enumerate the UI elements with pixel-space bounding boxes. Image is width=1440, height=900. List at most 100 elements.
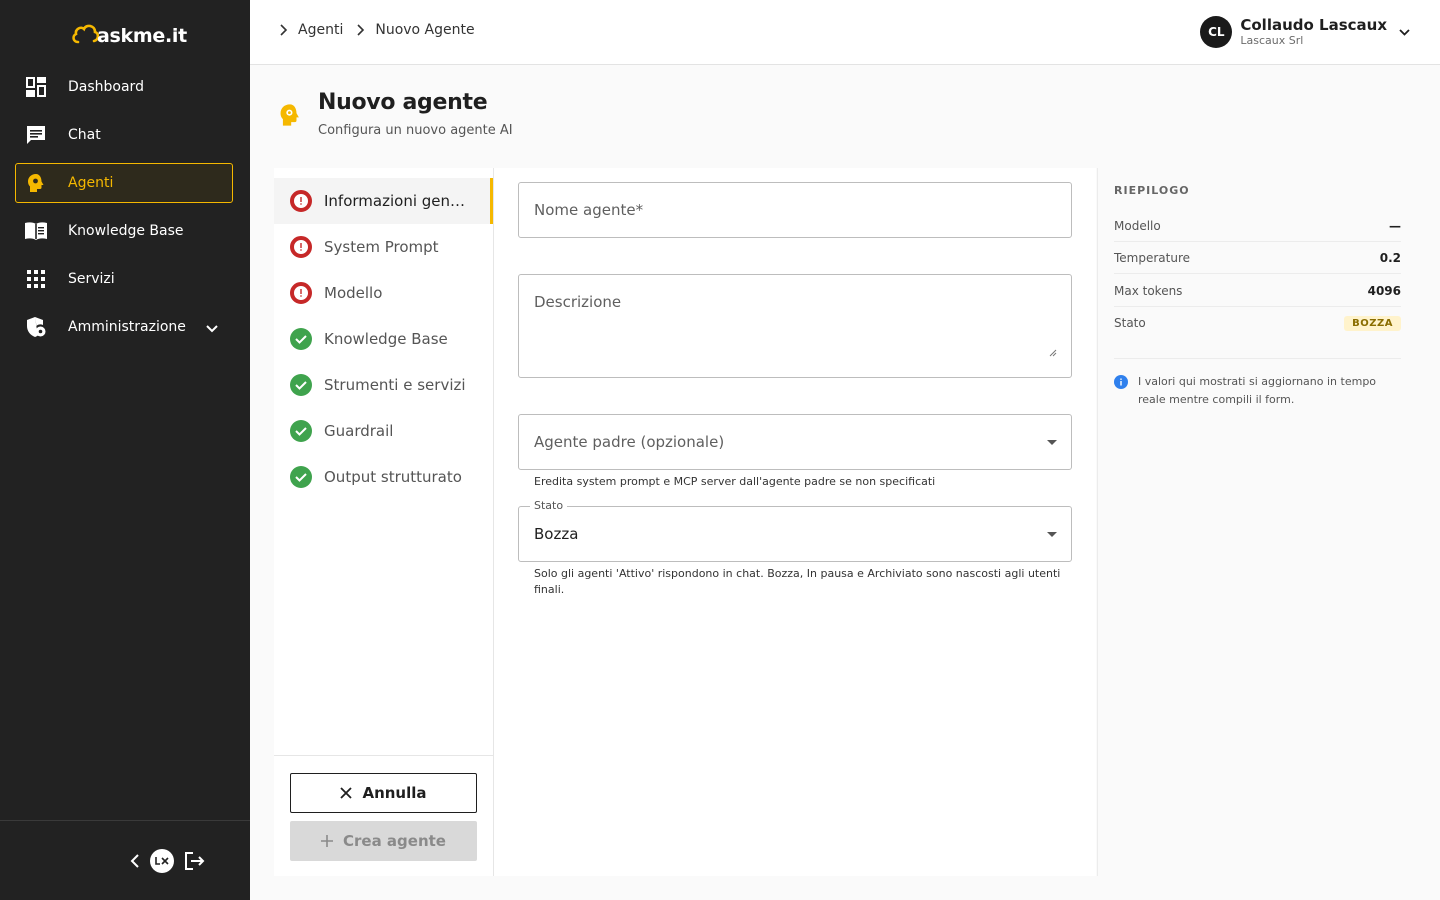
check-circle-icon [290, 466, 312, 488]
breadcrumb-nuovo-agente: Nuovo Agente [375, 22, 475, 38]
sidebar-item-label: Chat [68, 127, 101, 143]
description-field[interactable]: Descrizione [518, 274, 1072, 378]
sidebar-item-agenti[interactable]: Agenti [15, 163, 233, 203]
step-label: Guardrail [324, 422, 394, 440]
sidebar-item-label: Agenti [68, 175, 114, 191]
parent-agent-placeholder: Agente padre (opzionale) [534, 433, 725, 451]
agent-name-placeholder: Nome agente* [534, 201, 644, 219]
summary-row-modello: Modello — [1114, 210, 1401, 242]
dashboard-icon [24, 75, 48, 99]
page-title: Nuovo agente [318, 90, 488, 115]
info-icon [1114, 374, 1128, 409]
sidebar-item-amministrazione[interactable]: Amministrazione [15, 307, 233, 347]
step-informazioni-generali[interactable]: Informazioni generali [274, 178, 493, 224]
agent-head-icon [24, 171, 48, 195]
check-circle-icon [290, 328, 312, 350]
error-icon [290, 282, 312, 304]
cancel-button[interactable]: Annulla [290, 773, 477, 813]
step-label: Modello [324, 284, 383, 302]
sidebar-item-chat[interactable]: Chat [15, 115, 233, 155]
sidebar: askme.it Dashboard Chat Agenti Knowledge… [0, 0, 250, 900]
sidebar-nav: Dashboard Chat Agenti Knowledge Base Ser… [15, 67, 233, 355]
admin-shield-icon [24, 315, 48, 339]
step-modello[interactable]: Modello [274, 270, 493, 316]
status-value: Bozza [534, 525, 579, 543]
resize-handle-icon[interactable] [1049, 342, 1057, 361]
dropdown-arrow-icon [1047, 532, 1057, 537]
chevron-right-icon [357, 24, 365, 36]
summary-row-temperature: Temperature 0.2 [1114, 242, 1401, 274]
status-legend: Stato [530, 499, 568, 512]
agent-form: Nome agente* Descrizione Agente padre (o… [494, 168, 1096, 876]
summary-key: Temperature [1114, 250, 1191, 265]
plus-icon [321, 835, 333, 847]
avatar: CL [1200, 16, 1233, 48]
collapse-chevron-icon[interactable] [130, 854, 140, 868]
check-circle-icon [290, 374, 312, 396]
chevron-down-icon[interactable] [1399, 28, 1410, 36]
step-label: Informazioni generali [324, 192, 474, 210]
app-logo[interactable]: askme.it [70, 18, 187, 50]
grid-icon [24, 267, 48, 291]
summary-note-text: I valori qui mostrati si aggiornano in t… [1138, 375, 1377, 406]
error-icon [290, 190, 312, 212]
step-strumenti-servizi[interactable]: Strumenti e servizi [274, 362, 493, 408]
parent-agent-helper: Eredita system prompt e MCP server dall'… [534, 475, 936, 488]
sidebar-item-label: Servizi [68, 271, 115, 287]
step-output-strutturato[interactable]: Output strutturato [274, 454, 493, 500]
summary-row-stato: Stato BOZZA [1114, 307, 1401, 339]
status-badge: BOZZA [1344, 315, 1401, 331]
summary-row-max-tokens: Max tokens 4096 [1114, 275, 1401, 307]
step-label: Knowledge Base [324, 330, 448, 348]
sidebar-item-dashboard[interactable]: Dashboard [15, 67, 233, 107]
description-placeholder: Descrizione [534, 293, 622, 311]
top-bar: Agenti Nuovo Agente CL Collaudo Lascaux … [250, 0, 1440, 65]
create-agent-button[interactable]: Crea agente [290, 821, 477, 861]
summary-title: RIEPILOGO [1114, 184, 1190, 197]
step-label: Strumenti e servizi [324, 376, 466, 394]
agent-head-icon [277, 102, 303, 132]
parent-agent-select[interactable]: Agente padre (opzionale) [518, 414, 1072, 470]
step-knowledge-base[interactable]: Knowledge Base [274, 316, 493, 362]
cancel-button-label: Annulla [362, 784, 427, 802]
chevron-down-icon[interactable] [206, 318, 218, 337]
status-select[interactable]: Stato Bozza [518, 499, 1072, 562]
sidebar-item-label: Knowledge Base [68, 223, 184, 239]
check-circle-icon [290, 420, 312, 442]
steps-actions: Annulla Crea agente [274, 755, 493, 876]
chat-icon [24, 123, 48, 147]
logo-text: askme.it [97, 25, 187, 47]
user-org: Lascaux Srl [1240, 34, 1304, 47]
summary-key: Stato [1114, 316, 1146, 330]
error-icon [290, 236, 312, 258]
step-label: System Prompt [324, 238, 439, 256]
summary-panel: RIEPILOGO Modello — Temperature 0.2 Max … [1097, 168, 1416, 876]
dropdown-arrow-icon [1047, 440, 1057, 445]
steps-panel: Informazioni generali System Prompt Mode… [274, 168, 494, 876]
logout-icon[interactable] [184, 851, 206, 871]
summary-key: Max tokens [1114, 283, 1183, 298]
sidebar-item-label: Dashboard [68, 79, 144, 95]
agent-name-field[interactable]: Nome agente* [518, 182, 1072, 238]
breadcrumb-agenti[interactable]: Agenti [298, 22, 343, 38]
summary-value: — [1389, 218, 1401, 233]
sidebar-item-knowledge-base[interactable]: Knowledge Base [15, 211, 233, 251]
step-system-prompt[interactable]: System Prompt [274, 224, 493, 270]
book-icon [24, 219, 48, 243]
step-label: Output strutturato [324, 468, 462, 486]
sidebar-item-servizi[interactable]: Servizi [15, 259, 233, 299]
summary-key: Modello [1114, 218, 1161, 233]
breadcrumb: Agenti Nuovo Agente [280, 22, 489, 38]
status-helper: Solo gli agenti 'Attivo' rispondono in c… [534, 567, 1061, 596]
chevron-right-icon [280, 24, 288, 36]
close-icon [340, 787, 353, 799]
user-menu[interactable]: CL Collaudo Lascaux Lascaux Srl [1200, 16, 1410, 48]
summary-note: I valori qui mostrati si aggiornano in t… [1114, 358, 1401, 409]
step-guardrail[interactable]: Guardrail [274, 408, 493, 454]
sidebar-footer [0, 820, 250, 900]
create-button-label: Crea agente [343, 832, 446, 850]
cloud-logo-icon [72, 24, 100, 44]
user-name: Collaudo Lascaux [1240, 16, 1387, 34]
lx-logo-icon [150, 849, 174, 873]
summary-value: 4096 [1367, 283, 1401, 298]
